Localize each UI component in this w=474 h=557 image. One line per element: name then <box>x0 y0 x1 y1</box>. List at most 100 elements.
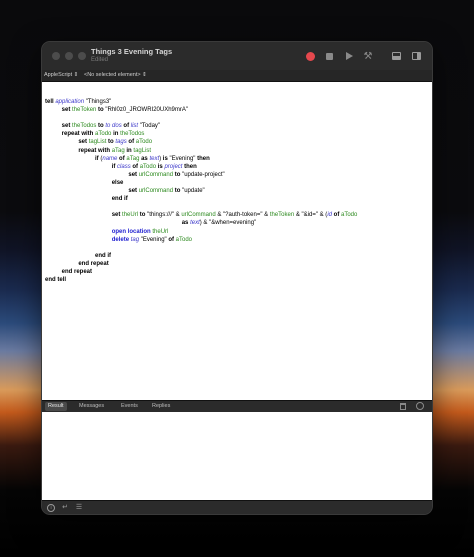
code-text: "Evening" <box>167 155 198 162</box>
window-title: Things 3 Evening Tags <box>91 47 173 56</box>
result-pane <box>42 412 432 500</box>
code-text: "Rhl0z0_JROWRI20UXh9mrA" <box>103 107 189 114</box>
code-variable: theUrl <box>152 228 169 235</box>
code-class: name <box>102 155 118 162</box>
code-class: tags <box>115 139 127 146</box>
code-variable: urlCommand <box>138 188 174 195</box>
code-keyword: in <box>113 131 119 138</box>
code-variable: aTag <box>111 147 125 154</box>
code-variable: aTodo <box>139 163 157 170</box>
show-sidebar-button[interactable] <box>410 50 422 62</box>
code-variable: theTodos <box>72 123 97 130</box>
code-keyword: of <box>333 212 340 219</box>
record-icon <box>305 51 315 61</box>
code-keyword: end tell <box>45 277 67 284</box>
code-variable: theTodos <box>120 131 145 138</box>
code-keyword: then <box>184 163 197 170</box>
code-keyword: else <box>111 179 124 186</box>
code-keyword: end repeat <box>78 260 109 267</box>
code-variable: aTodo <box>135 139 153 146</box>
code-variable: theToken <box>72 107 97 114</box>
title-bar: Things 3 Evening Tags Edited ⚒ <box>42 42 432 70</box>
script-editor-window: Things 3 Evening Tags Edited ⚒ AppleScri… <box>42 42 432 514</box>
code-variable: tagList <box>88 139 107 146</box>
code-keyword: set <box>128 171 138 178</box>
language-popup[interactable]: AppleScript ⇕ <box>44 70 78 81</box>
code-variable: urlCommand <box>138 171 174 178</box>
code-text: "things:///" & <box>145 212 182 219</box>
code-text: "Evening" <box>139 236 169 243</box>
script-code: tell application "Things3" set theToken … <box>45 98 357 284</box>
result-tab-bar: Result Messages Events Replies <box>42 400 432 412</box>
code-variable: aTodo <box>175 236 193 243</box>
code-class: id <box>327 212 332 219</box>
code-text: ) & "&when=evening" <box>199 220 257 227</box>
script-editor[interactable]: tell application "Things3" set theToken … <box>42 82 432 400</box>
code-class: application <box>55 99 85 105</box>
code-variable: theUrl <box>122 212 139 219</box>
code-class: to dos <box>105 123 122 130</box>
tab-messages[interactable]: Messages <box>76 402 107 411</box>
code-keyword: set <box>61 123 71 130</box>
code-keyword: end if <box>111 196 128 203</box>
bottom-pane-icon <box>391 52 401 60</box>
return-icon[interactable]: ↵ <box>61 504 69 512</box>
code-text: "update-project" <box>180 171 225 178</box>
code-variable: aTodo <box>95 131 112 138</box>
code-keyword: set <box>128 188 138 195</box>
code-keyword: set <box>61 107 71 114</box>
code-class: list <box>130 123 139 130</box>
code-variable: urlCommand <box>181 212 216 219</box>
code-keyword: repeat with <box>78 147 111 154</box>
code-text: "update" <box>180 188 205 195</box>
code-class: project <box>164 163 183 170</box>
code-keyword: if <box>111 163 116 170</box>
stop-icon <box>325 52 333 60</box>
close-button[interactable] <box>52 52 60 60</box>
info-icon[interactable]: i <box>47 504 55 512</box>
code-command: delete <box>111 236 130 243</box>
code-class: class <box>117 163 131 170</box>
code-keyword: to <box>98 123 104 130</box>
code-keyword: set <box>78 139 88 146</box>
clock-icon[interactable] <box>416 402 424 410</box>
code-command: open location <box>111 228 151 235</box>
code-keyword: repeat with <box>61 131 94 138</box>
sidebar-icon <box>411 52 421 60</box>
code-class: text <box>190 220 200 227</box>
tab-events[interactable]: Events <box>118 402 141 411</box>
code-keyword: is <box>157 163 163 170</box>
code-keyword: of <box>119 155 125 162</box>
tab-result[interactable]: Result <box>45 402 67 411</box>
bottom-bar: i ↵ ☰ <box>42 500 432 514</box>
document-status: Edited <box>91 57 109 63</box>
code-class: text <box>149 155 160 162</box>
record-button[interactable] <box>304 50 316 62</box>
stop-button[interactable] <box>323 50 335 62</box>
code-variable: aTag <box>126 155 140 162</box>
code-class: tag <box>130 236 140 243</box>
element-popup[interactable]: <No selected element> ⇕ <box>84 70 147 81</box>
compile-button[interactable]: ⚒ <box>362 50 374 62</box>
minimize-button[interactable] <box>65 52 73 60</box>
code-text: "Things3" <box>84 99 112 105</box>
code-keyword: of <box>132 163 139 170</box>
code-keyword: tell <box>45 99 54 105</box>
show-bottom-pane-button[interactable] <box>390 50 402 62</box>
code-keyword: in <box>126 147 132 154</box>
code-variable: tagList <box>133 147 152 154</box>
code-keyword: set <box>111 212 121 219</box>
code-variable: theToken <box>269 212 295 219</box>
code-keyword: as <box>181 220 189 227</box>
code-keyword: to <box>108 139 114 146</box>
run-button[interactable] <box>343 50 355 62</box>
zoom-button[interactable] <box>78 52 86 60</box>
trash-icon[interactable] <box>400 403 406 410</box>
code-keyword: end repeat <box>61 268 93 275</box>
code-variable: aTodo <box>341 212 358 219</box>
tab-replies[interactable]: Replies <box>149 402 173 411</box>
list-icon[interactable]: ☰ <box>75 504 83 512</box>
code-keyword: end if <box>95 252 112 259</box>
code-text: & "&id=" & ( <box>294 212 328 219</box>
code-keyword: of <box>128 139 135 146</box>
